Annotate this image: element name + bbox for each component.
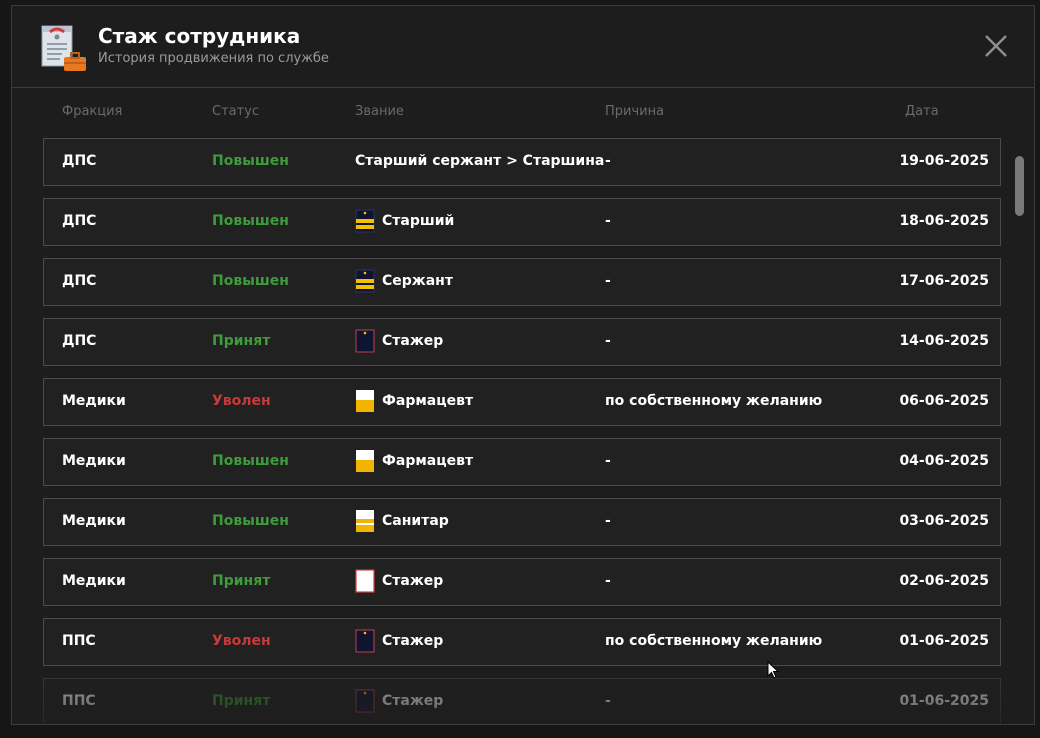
history-row[interactable]: Медики Принят Стажер - 02-06-2025: [43, 558, 1001, 606]
history-row[interactable]: ППС Принят Стажер - 01-06-2025: [43, 678, 1001, 724]
scrollbar[interactable]: [1015, 156, 1024, 716]
row-status: Принят: [212, 333, 271, 349]
row-faction: Медики: [62, 573, 126, 589]
row-faction: ППС: [62, 633, 96, 649]
rank-badge-icon: [356, 390, 374, 412]
close-icon[interactable]: [984, 34, 1008, 58]
row-date: 17-06-2025: [899, 273, 989, 289]
row-status: Повышен: [212, 273, 289, 289]
row-status: Повышен: [212, 513, 289, 529]
window-title: Стаж сотрудника: [98, 24, 301, 48]
history-row[interactable]: ДПС Повышен Старший сержант > Старшина - 19-…: [43, 138, 1001, 186]
row-rank-label: Фармацевт: [382, 393, 474, 409]
row-reason: по собственному желанию: [605, 633, 823, 649]
window-header: Стаж сотрудника История продвижения по с…: [12, 6, 1034, 88]
document-briefcase-icon: [41, 25, 86, 71]
history-list[interactable]: ДПС Повышен Старший сержант > Старшина -19-…: [43, 138, 1001, 724]
row-date: 01-06-2025: [899, 633, 989, 649]
column-reason: Причина: [605, 104, 665, 119]
row-rank-label: Стажер: [382, 573, 444, 589]
row-rank-label: Старший: [382, 213, 455, 229]
rank-badge-icon: [355, 209, 375, 233]
rank-badge-icon: [355, 269, 375, 293]
row-rank-label: Стажер: [382, 633, 444, 649]
history-row[interactable]: ДПС Принят Стажер - 14-06-2025: [43, 318, 1001, 366]
row-date: 04-06-2025: [899, 453, 989, 469]
row-faction: ДПС: [62, 153, 97, 169]
row-status: Принят: [212, 573, 271, 589]
column-date: Дата: [905, 104, 939, 119]
row-rank-label: Фармацевт: [382, 453, 474, 469]
row-reason: -: [605, 693, 611, 709]
row-reason: -: [605, 273, 611, 289]
row-date: 03-06-2025: [899, 513, 989, 529]
mouse-cursor-icon: [767, 661, 779, 679]
row-reason: -: [605, 453, 611, 469]
history-row[interactable]: Медики Повышен Санитар - 03-06-2025: [43, 498, 1001, 546]
row-rank-label: Старший сержант > Старшина: [355, 153, 605, 169]
history-row[interactable]: ДПС Повышен Старший - 18-06-2025: [43, 198, 1001, 246]
scrollbar-thumb[interactable]: [1015, 156, 1024, 216]
row-status: Принят: [212, 693, 271, 709]
row-faction: ДПС: [62, 333, 97, 349]
row-rank-label: Сержант: [382, 273, 453, 289]
row-reason: -: [605, 333, 611, 349]
column-status: Статус: [212, 104, 260, 119]
row-date: 02-06-2025: [899, 573, 989, 589]
row-status: Повышен: [212, 453, 289, 469]
row-rank-label: Стажер: [382, 333, 444, 349]
row-status: Уволен: [212, 633, 271, 649]
row-date: 14-06-2025: [899, 333, 989, 349]
row-faction: ДПС: [62, 213, 97, 229]
row-status: Уволен: [212, 393, 271, 409]
history-row[interactable]: ППС Уволен Стажер по собственному желанию 01…: [43, 618, 1001, 666]
row-date: 01-06-2025: [899, 693, 989, 709]
row-date: 06-06-2025: [899, 393, 989, 409]
rank-badge-icon: [355, 329, 375, 353]
row-faction: ДПС: [62, 273, 97, 289]
rank-badge-icon: [356, 450, 374, 472]
row-reason: -: [605, 153, 611, 169]
row-faction: ППС: [62, 693, 96, 709]
rank-badge-icon: [356, 510, 374, 532]
row-faction: Медики: [62, 513, 126, 529]
row-faction: Медики: [62, 453, 126, 469]
table-header: Фракция Статус Звание Причина Дата: [12, 104, 1034, 122]
row-reason: -: [605, 513, 611, 529]
row-date: 18-06-2025: [899, 213, 989, 229]
row-date: 19-06-2025: [899, 153, 989, 169]
row-rank-label: Санитар: [382, 513, 449, 529]
rank-badge-icon: [355, 689, 375, 713]
row-rank-label: Стажер: [382, 693, 444, 709]
column-faction: Фракция: [62, 104, 123, 119]
row-reason: по собственному желанию: [605, 393, 823, 409]
row-status: Повышен: [212, 213, 289, 229]
rank-badge-icon: [355, 629, 375, 653]
rank-badge-icon: [355, 569, 375, 593]
history-row[interactable]: Медики Уволен Фармацевт по собственному жел…: [43, 378, 1001, 426]
row-faction: Медики: [62, 393, 126, 409]
row-reason: -: [605, 573, 611, 589]
history-row[interactable]: Медики Повышен Фармацевт - 04-06-2025: [43, 438, 1001, 486]
history-row[interactable]: ДПС Повышен Сержант - 17-06-2025: [43, 258, 1001, 306]
row-status: Повышен: [212, 153, 289, 169]
seniority-window: Стаж сотрудника История продвижения по с…: [11, 5, 1035, 725]
row-reason: -: [605, 213, 611, 229]
column-rank: Звание: [355, 104, 404, 119]
window-subtitle: История продвижения по службе: [98, 51, 329, 66]
